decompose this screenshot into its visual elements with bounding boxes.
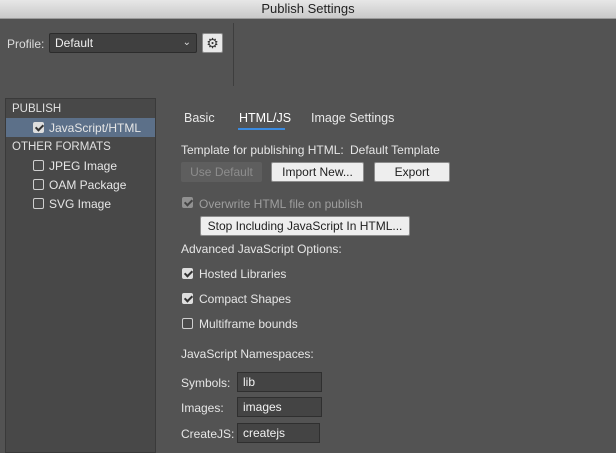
profile-value: Default bbox=[55, 36, 94, 50]
active-tab-indicator bbox=[238, 128, 285, 130]
template-label: Template for publishing HTML: bbox=[181, 143, 344, 157]
hosted-libraries-label: Hosted Libraries bbox=[199, 267, 287, 281]
hosted-libraries-checkbox[interactable] bbox=[182, 268, 193, 279]
multiframe-bounds-label: Multiframe bounds bbox=[199, 317, 298, 331]
compact-shapes-label: Compact Shapes bbox=[199, 292, 292, 306]
tab-basic[interactable]: Basic bbox=[184, 111, 215, 125]
sidebar-item-label: JPEG Image bbox=[49, 159, 118, 173]
sidebar-item-jpeg-image[interactable]: JPEG Image bbox=[6, 156, 155, 175]
javascript-html-checkbox[interactable] bbox=[33, 122, 44, 133]
chevron-down-icon: ⌄ bbox=[182, 37, 191, 48]
window-title: Publish Settings bbox=[261, 1, 355, 16]
createjs-namespace-input[interactable]: createjs bbox=[237, 423, 320, 443]
sidebar-item-oam-package[interactable]: OAM Package bbox=[6, 175, 155, 194]
oam-package-checkbox[interactable] bbox=[33, 179, 44, 190]
other-formats-header: OTHER FORMATS bbox=[12, 141, 111, 153]
sidebar-item-svg-image[interactable]: SVG Image bbox=[6, 194, 155, 213]
template-value: Default Template bbox=[350, 143, 440, 157]
createjs-namespace-label: CreateJS: bbox=[181, 427, 235, 441]
gear-icon: ⚙ bbox=[206, 35, 219, 51]
tab-image-settings[interactable]: Image Settings bbox=[311, 111, 394, 125]
import-new-button[interactable]: Import New... bbox=[271, 162, 364, 182]
js-namespaces-header: JavaScript Namespaces: bbox=[181, 347, 314, 361]
format-sidebar: PUBLISH JavaScript/HTML OTHER FORMATS JP… bbox=[5, 98, 156, 453]
svg-image-checkbox[interactable] bbox=[33, 198, 44, 209]
advanced-js-options-header: Advanced JavaScript Options: bbox=[181, 242, 342, 256]
overwrite-html-checkbox[interactable] bbox=[182, 197, 193, 208]
window-title-bar: Publish Settings bbox=[0, 0, 616, 19]
sidebar-item-label: JavaScript/HTML bbox=[49, 121, 142, 135]
sidebar-item-javascript-html[interactable]: JavaScript/HTML bbox=[6, 118, 155, 137]
compact-shapes-checkbox[interactable] bbox=[182, 293, 193, 304]
profile-settings-button[interactable]: ⚙ bbox=[202, 33, 223, 53]
multiframe-bounds-checkbox[interactable] bbox=[182, 318, 193, 329]
overwrite-html-label: Overwrite HTML file on publish bbox=[199, 197, 363, 211]
images-namespace-input[interactable]: images bbox=[237, 397, 322, 417]
export-button[interactable]: Export bbox=[374, 162, 450, 182]
stop-including-js-button[interactable]: Stop Including JavaScript In HTML... bbox=[200, 216, 410, 236]
header-divider bbox=[233, 23, 234, 86]
sidebar-item-label: OAM Package bbox=[49, 178, 127, 192]
symbols-namespace-input[interactable]: lib bbox=[237, 372, 322, 392]
tab-html-js[interactable]: HTML/JS bbox=[239, 111, 291, 125]
jpeg-image-checkbox[interactable] bbox=[33, 160, 44, 171]
profile-label: Profile: bbox=[7, 37, 45, 51]
sidebar-item-label: SVG Image bbox=[49, 197, 112, 211]
profile-dropdown[interactable]: Default ⌄ bbox=[49, 33, 197, 53]
images-namespace-label: Images: bbox=[181, 401, 224, 415]
publish-header: PUBLISH bbox=[12, 103, 62, 115]
use-default-button[interactable]: Use Default bbox=[181, 162, 262, 182]
symbols-namespace-label: Symbols: bbox=[181, 376, 231, 390]
